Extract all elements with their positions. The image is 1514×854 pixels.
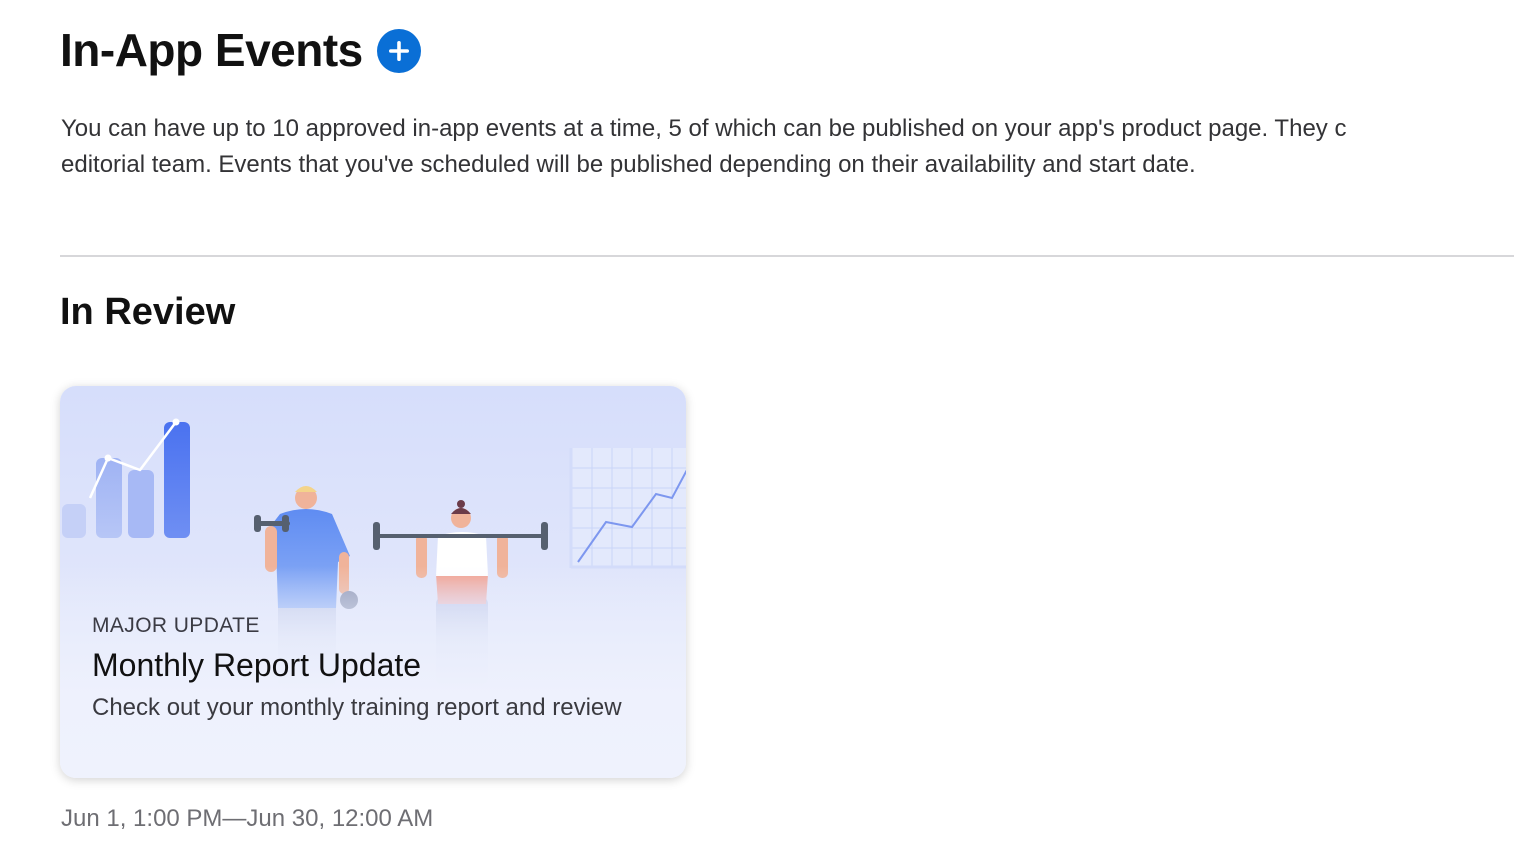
description-line-1: You can have up to 10 approved in-app ev… [61,115,1347,142]
add-event-button[interactable] [376,29,421,73]
description-line-2: editorial team. Events that you've sched… [61,151,1196,178]
event-date-range: Jun 1, 1:00 PM—Jun 30, 12:00 AM [61,805,434,832]
header: In-App Events [60,22,421,78]
event-title: Monthly Report Update [92,647,422,683]
event-badge: MAJOR UPDATE [92,614,260,637]
event-description: Check out your monthly training report a… [92,694,622,721]
event-card[interactable]: MAJOR UPDATE Monthly Report Update Check… [60,386,686,778]
section-title-in-review: In Review [60,291,236,333]
plus-icon [388,41,409,61]
page-description: You can have up to 10 approved in-app ev… [61,111,1514,183]
line-chart-graphic [569,448,686,569]
in-app-events-page: In-App Events You can have up to 10 appr… [0,0,1514,854]
section-divider [60,255,1514,257]
page-title: In-App Events [60,24,363,76]
event-card-text: MAJOR UPDATE Monthly Report Update Check… [92,612,662,726]
bar-chart-graphic [62,418,190,538]
